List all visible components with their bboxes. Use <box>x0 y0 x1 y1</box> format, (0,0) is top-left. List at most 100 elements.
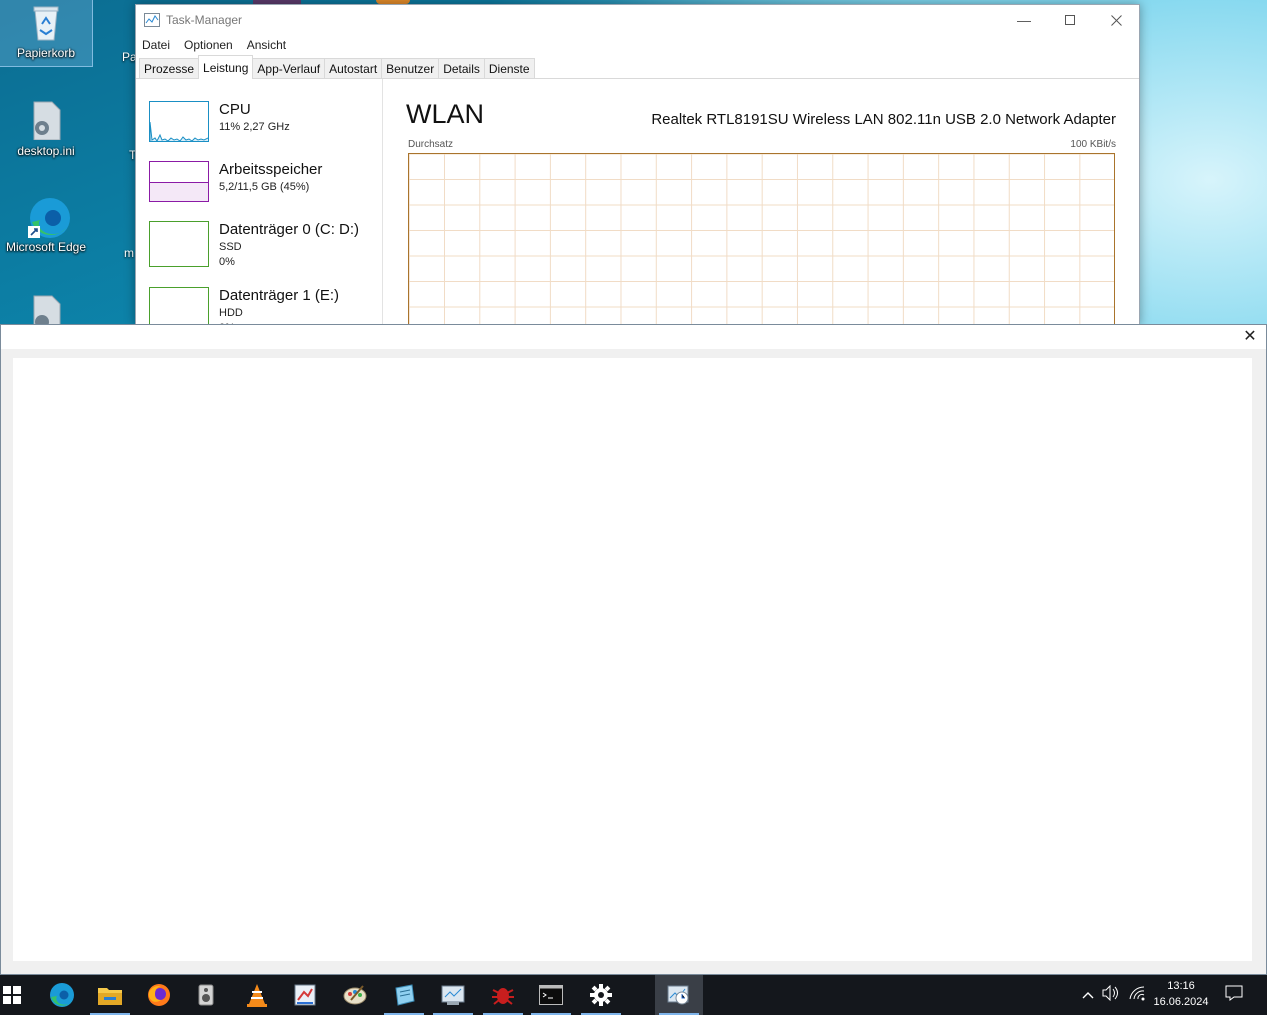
perf-item-cpu[interactable]: CPU 11% 2,27 GHz <box>149 101 379 151</box>
taskbar-speaker-app[interactable] <box>182 975 230 1015</box>
network-button[interactable] <box>1127 985 1147 1005</box>
windows-logo-icon <box>3 986 21 1004</box>
perf-item-type: HDD <box>219 307 243 319</box>
vlc-icon <box>247 984 267 1007</box>
taskbar-notepad-app[interactable] <box>380 975 428 1015</box>
desktop-icon-label: Papierkorb <box>16 46 76 60</box>
maximize-icon <box>1065 15 1075 25</box>
cpu-thumbnail-graph <box>149 101 209 142</box>
perf-item-detail: 5,2/11,5 GB (45%) <box>219 181 310 193</box>
minimize-button[interactable]: — <box>1001 5 1047 35</box>
perf-item-disk-0[interactable]: Datenträger 0 (C: D:) SSD 0% <box>149 221 379 271</box>
taskbar-brush-app[interactable] <box>331 975 379 1015</box>
notification-center-button[interactable] <box>1224 985 1244 1005</box>
taskbar-paint-app[interactable] <box>281 975 329 1015</box>
menu-datei[interactable]: Datei <box>142 38 170 52</box>
title-bar[interactable]: Task-Manager — <box>136 5 1139 35</box>
perf-item-detail: 0% <box>219 256 235 268</box>
blank-window-header[interactable]: ✕ <box>1 325 1266 349</box>
desktop-icon-microsoft-edge[interactable]: Microsoft Edge <box>0 194 92 260</box>
menu-bar: Datei Optionen Ansicht <box>136 35 1139 55</box>
clock-date: 16.06.2024 <box>1153 996 1209 1008</box>
perf-item-name: Datenträger 0 (C: D:) <box>219 221 360 238</box>
window-title: Task-Manager <box>166 13 243 27</box>
folder-icon <box>98 988 122 1005</box>
memory-thumbnail-graph <box>149 161 209 202</box>
blank-content-area <box>13 358 1252 961</box>
menu-ansicht[interactable]: Ansicht <box>247 38 286 52</box>
tab-dienste[interactable]: Dienste <box>483 58 535 78</box>
firefox-icon <box>148 984 170 1006</box>
blank-window: ✕ <box>0 324 1267 975</box>
desktop-icon-label: desktop.ini <box>17 144 75 158</box>
adapter-name: Realtek RTL8191SU Wireless LAN 802.11n U… <box>651 111 1116 128</box>
desktop-icon-partial[interactable] <box>0 292 92 324</box>
taskbar-clock[interactable]: 13:16 16.06.2024 <box>1150 978 1212 1010</box>
taskbar-settings[interactable] <box>577 975 625 1015</box>
performance-detail-panel: WLAN Realtek RTL8191SU Wireless LAN 802.… <box>406 79 1118 333</box>
tab-prozesse[interactable]: Prozesse <box>139 58 200 78</box>
settings-file-icon <box>26 294 66 324</box>
menu-optionen[interactable]: Optionen <box>184 38 233 52</box>
perf-item-name: CPU <box>219 101 251 118</box>
task-manager-window: Task-Manager — Datei Optionen Ansicht Pr… <box>135 4 1140 333</box>
perf-item-detail: 11% 2,27 GHz <box>219 121 290 133</box>
perf-item-type: SSD <box>219 241 242 253</box>
perf-item-disk-1[interactable]: Datenträger 1 (E:) HDD 0% <box>149 287 379 327</box>
disk-thumbnail-graph <box>149 221 209 267</box>
wifi-icon <box>1129 986 1145 1001</box>
taskbar-task-manager[interactable] <box>655 975 703 1015</box>
terminal-icon <box>539 985 563 1005</box>
page-title: WLAN <box>406 99 485 129</box>
clock-time: 13:16 <box>1167 980 1195 992</box>
close-button[interactable] <box>1093 5 1139 35</box>
volume-icon <box>1102 984 1118 1002</box>
taskbar-vlc[interactable] <box>233 975 281 1015</box>
volume-button[interactable] <box>1100 984 1120 1005</box>
start-button[interactable] <box>0 975 36 1015</box>
chevron-up-icon <box>1082 992 1094 999</box>
taskbar-edge[interactable] <box>38 975 86 1015</box>
notification-icon <box>1225 985 1243 1001</box>
tab-autostart[interactable]: Autostart <box>324 58 383 78</box>
graph-label-scale: 100 KBit/s <box>1070 139 1116 150</box>
disk-thumbnail-graph <box>149 287 209 327</box>
edge-icon <box>50 983 74 1007</box>
desktop-icon-label: Microsoft Edge <box>5 240 87 254</box>
desktop-icon-recycle-bin[interactable]: Papierkorb <box>0 0 93 67</box>
taskbar-file-explorer[interactable] <box>86 975 134 1015</box>
task-manager-icon <box>667 985 689 1005</box>
bug-icon <box>492 988 514 1005</box>
graph-label-throughput: Durchsatz <box>408 139 454 150</box>
throughput-graph <box>408 153 1115 333</box>
close-icon: ✕ <box>1243 326 1257 345</box>
gear-icon <box>590 984 612 1006</box>
taskbar: 13:16 16.06.2024 <box>0 975 1267 1015</box>
tab-app-verlauf[interactable]: App-Verlauf <box>252 58 326 78</box>
tab-leistung[interactable]: Leistung <box>198 55 254 79</box>
task-manager-icon <box>144 13 160 27</box>
palette-icon <box>343 985 367 1005</box>
close-button[interactable]: ✕ <box>1242 328 1258 344</box>
tab-bar: Prozesse Leistung App-Verlauf Autostart … <box>136 55 1139 79</box>
control-panel-icon <box>441 985 465 1005</box>
perf-item-name: Arbeitsspeicher <box>219 161 323 178</box>
edge-icon <box>26 196 70 238</box>
taskbar-control-panel[interactable] <box>429 975 477 1015</box>
close-icon <box>1110 14 1122 26</box>
taskbar-debugger-app[interactable] <box>479 975 527 1015</box>
taskbar-firefox[interactable] <box>135 975 183 1015</box>
maximize-button[interactable] <box>1047 5 1093 35</box>
perf-item-memory[interactable]: Arbeitsspeicher 5,2/11,5 GB (45%) <box>149 161 379 211</box>
perf-item-name: Datenträger 1 (E:) <box>219 287 340 304</box>
tab-benutzer[interactable]: Benutzer <box>381 58 440 78</box>
paint-icon <box>294 984 316 1006</box>
taskbar-terminal[interactable] <box>527 975 575 1015</box>
partial-desktop-label: m <box>124 246 134 260</box>
desktop-icon-desktop-ini[interactable]: desktop.ini <box>0 98 92 164</box>
recycle-bin-icon <box>26 2 66 42</box>
tab-details[interactable]: Details <box>438 58 485 78</box>
show-hidden-icons-button[interactable] <box>1078 985 1098 1005</box>
minimize-icon: — <box>1017 12 1031 28</box>
settings-file-icon <box>26 100 66 141</box>
